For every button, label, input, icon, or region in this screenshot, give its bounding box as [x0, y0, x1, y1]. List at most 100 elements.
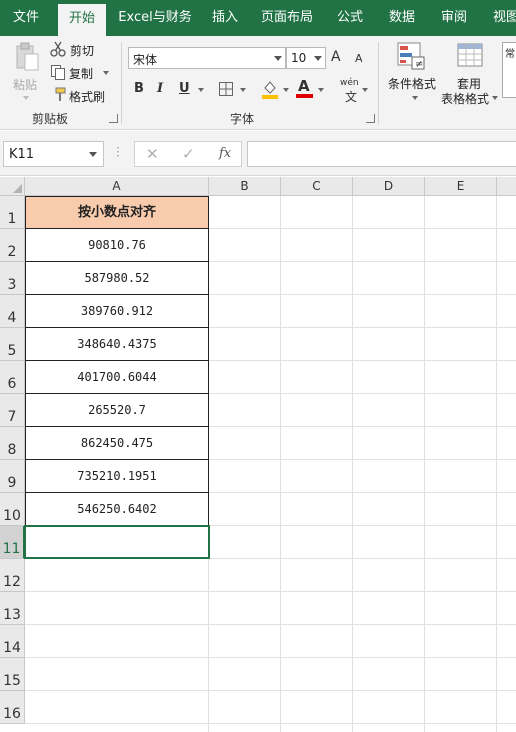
cancel-icon[interactable]: ✕: [146, 145, 159, 163]
paste-icon[interactable]: [14, 42, 40, 72]
copy-dropdown-icon[interactable]: [103, 71, 109, 75]
gridline: [352, 196, 353, 732]
tab-insert[interactable]: 插入: [202, 0, 248, 36]
tab-view[interactable]: 视图: [482, 0, 516, 36]
scissors-icon[interactable]: [50, 41, 66, 57]
table-format-icon[interactable]: [456, 41, 486, 71]
tab-home[interactable]: 开始: [58, 4, 106, 36]
column-header-f-partial[interactable]: [497, 177, 516, 196]
active-cell-selection[interactable]: [24, 525, 210, 559]
gridline: [280, 196, 281, 732]
fill-color-dropdown-icon[interactable]: [283, 88, 289, 92]
conditional-format-icon[interactable]: ≠: [396, 41, 426, 71]
italic-button[interactable]: I: [157, 81, 163, 96]
column-header-d[interactable]: D: [353, 177, 425, 196]
gridline: [25, 624, 516, 625]
paste-dropdown-icon[interactable]: [23, 96, 29, 100]
cut-button[interactable]: 剪切: [70, 42, 94, 59]
font-group-label: 字体: [230, 112, 255, 126]
font-name-select[interactable]: 宋体: [128, 47, 286, 69]
row-number: 10: [3, 508, 21, 524]
row-header-1[interactable]: 1: [0, 196, 25, 229]
tab-review[interactable]: 审阅: [430, 0, 478, 36]
borders-icon[interactable]: [218, 81, 234, 97]
formula-bar: K11 · · · ✕ ✓ fx: [0, 131, 516, 176]
gridline: [25, 657, 516, 658]
row-header-5[interactable]: 5: [0, 328, 25, 361]
fill-color-icon[interactable]: [261, 79, 279, 99]
name-box[interactable]: K11: [3, 141, 104, 167]
phonetic-pinyin[interactable]: wén: [340, 78, 359, 88]
underline-dropdown-icon[interactable]: [198, 88, 204, 92]
data-cell[interactable]: 389760.912: [25, 295, 209, 328]
row-header-8[interactable]: 8: [0, 427, 25, 460]
data-cell[interactable]: 401700.6044: [25, 361, 209, 394]
font-color-dropdown-icon[interactable]: [318, 88, 324, 92]
formula-input[interactable]: [247, 141, 516, 167]
font-color-swatch: [296, 94, 313, 98]
tab-data[interactable]: 数据: [378, 0, 426, 36]
shrink-font-button[interactable]: A: [355, 52, 363, 65]
row-number: 4: [7, 310, 17, 326]
data-cell[interactable]: 90810.76: [25, 229, 209, 262]
copy-icon[interactable]: [50, 64, 66, 80]
format-painter-icon[interactable]: [51, 87, 67, 103]
tab-formulas[interactable]: 公式: [326, 0, 374, 36]
row-header-10[interactable]: 10: [0, 493, 25, 526]
select-all-button[interactable]: [0, 177, 25, 196]
data-cell[interactable]: 587980.52: [25, 262, 209, 295]
format-painter-button[interactable]: 格式刷: [69, 88, 105, 105]
conditional-format-dropdown-icon[interactable]: [412, 96, 418, 100]
row-header-15[interactable]: 15: [0, 658, 25, 691]
ribbon: 粘贴 剪切 复制 格式刷 剪贴板 宋体 10 A A B I U A wén 文…: [0, 36, 516, 130]
gridline: [25, 591, 516, 592]
borders-dropdown-icon[interactable]: [240, 88, 246, 92]
font-color-button[interactable]: A: [298, 77, 310, 95]
font-size-select[interactable]: 10: [286, 47, 326, 69]
row-header-16[interactable]: 16: [0, 691, 25, 724]
data-cell[interactable]: 862450.475: [25, 427, 209, 460]
insert-function-icon[interactable]: fx: [219, 146, 231, 161]
copy-button[interactable]: 复制: [69, 65, 93, 82]
tab-excel-finance[interactable]: Excel与财务: [112, 0, 198, 36]
data-cell[interactable]: 546250.6402: [25, 493, 209, 526]
tab-file[interactable]: 文件: [0, 0, 52, 36]
data-cell[interactable]: 735210.1951: [25, 460, 209, 493]
tab-page-layout[interactable]: 页面布局: [252, 0, 322, 36]
row-header-3[interactable]: 3: [0, 262, 25, 295]
column-header-b[interactable]: B: [209, 177, 281, 196]
phonetic-dropdown-icon[interactable]: [362, 88, 368, 92]
format-as-table-dropdown-icon[interactable]: [492, 96, 498, 100]
ribbon-tab-bar: 文件 开始 Excel与财务 插入 页面布局 公式 数据 审阅 视图: [0, 0, 516, 36]
column-header-e[interactable]: E: [425, 177, 497, 196]
row-header-14[interactable]: 14: [0, 625, 25, 658]
format-as-table-label-2[interactable]: 表格格式: [441, 90, 489, 107]
row-header-9[interactable]: 9: [0, 460, 25, 493]
row-number: 16: [3, 706, 21, 722]
row-header-7[interactable]: 7: [0, 394, 25, 427]
cell-styles-gallery[interactable]: 常: [502, 42, 516, 98]
worksheet-grid: A B C D E 1 2 3 4 5 6 7 8 9 10 11 12 13 14 15 16 按小数点对齐…: [0, 177, 516, 732]
header-cell-a1[interactable]: 按小数点对齐: [25, 196, 209, 229]
enter-icon[interactable]: ✓: [182, 145, 195, 163]
phonetic-guide-button[interactable]: 文: [345, 88, 357, 105]
row-header-12[interactable]: 12: [0, 559, 25, 592]
paste-button[interactable]: 粘贴: [13, 76, 37, 93]
row-header-13[interactable]: 13: [0, 592, 25, 625]
drag-handle-icon[interactable]: · · ·: [116, 142, 120, 162]
clipboard-launcher-icon[interactable]: [109, 114, 118, 123]
row-header-2[interactable]: 2: [0, 229, 25, 262]
font-launcher-icon[interactable]: [366, 114, 375, 123]
conditional-format-button[interactable]: 条件格式: [388, 75, 436, 92]
row-number: 5: [7, 343, 17, 359]
data-cell[interactable]: 265520.7: [25, 394, 209, 427]
column-header-a[interactable]: A: [25, 177, 209, 196]
underline-button[interactable]: U: [179, 81, 190, 96]
data-cell[interactable]: 348640.4375: [25, 328, 209, 361]
row-header-11[interactable]: 11: [0, 526, 25, 559]
row-header-6[interactable]: 6: [0, 361, 25, 394]
bold-button[interactable]: B: [134, 81, 144, 96]
row-header-4[interactable]: 4: [0, 295, 25, 328]
grow-font-button[interactable]: A: [331, 49, 341, 65]
column-header-c[interactable]: C: [281, 177, 353, 196]
